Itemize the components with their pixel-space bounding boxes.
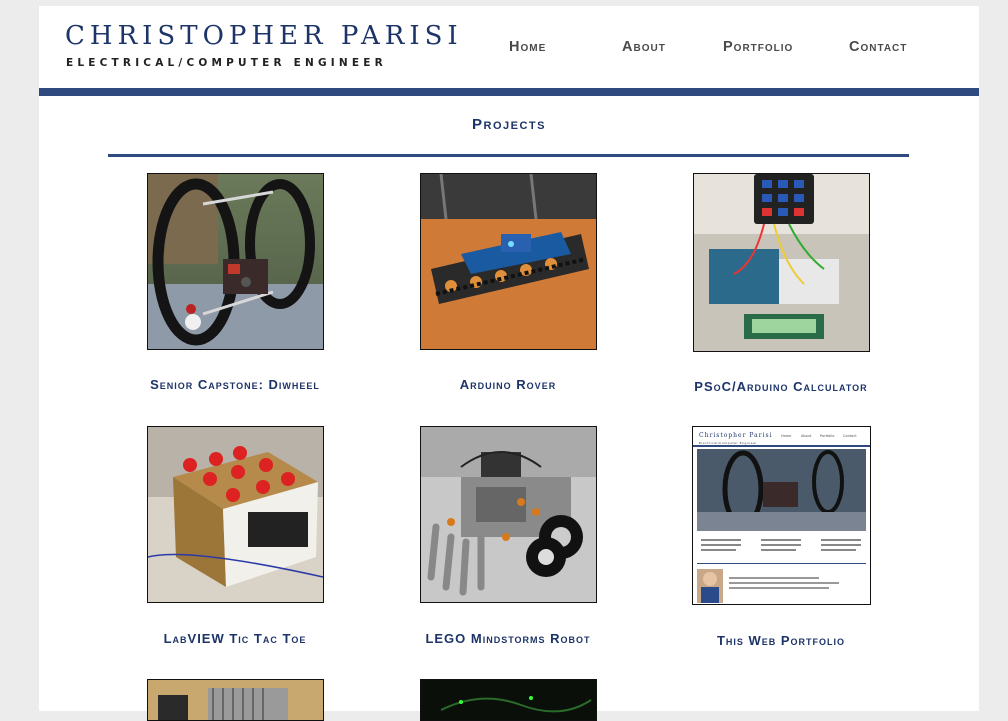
project-card-calculator[interactable]: PSoC/Arduino Calculator bbox=[656, 173, 906, 394]
project-caption[interactable]: PSoC/Arduino Calculator bbox=[656, 379, 906, 394]
preview-subtitle: Electrical/Computer Engineer bbox=[699, 441, 757, 445]
nav-portfolio-link[interactable]: Portfolio bbox=[723, 39, 793, 55]
project-card-tic-tac-toe[interactable]: LabVIEW Tic Tac Toe bbox=[110, 426, 360, 646]
nav-home-link[interactable]: Home bbox=[509, 39, 546, 55]
preview-nav-portfolio: Portfolio bbox=[820, 434, 834, 438]
project-caption[interactable]: Senior Capstone: Diwheel bbox=[110, 377, 360, 392]
tic-tac-toe-photo[interactable] bbox=[147, 426, 324, 603]
preview-nav-home: Home bbox=[781, 434, 791, 438]
header-divider bbox=[39, 88, 979, 96]
project-card-diwheel[interactable]: Senior Capstone: Diwheel bbox=[110, 173, 360, 393]
preview-title: Christopher Parisi bbox=[699, 432, 773, 439]
main-nav: Home About Portfolio Contact bbox=[39, 39, 979, 59]
calculator-photo[interactable] bbox=[693, 173, 870, 352]
project-caption[interactable]: This Web Portfolio bbox=[656, 633, 906, 648]
project-card-arduino-rover[interactable]: Arduino Rover bbox=[383, 173, 633, 393]
lego-robot-photo[interactable] bbox=[420, 426, 597, 603]
site-header: Christopher Parisi Electrical/Computer E… bbox=[39, 6, 979, 88]
nav-contact-link[interactable]: Contact bbox=[849, 39, 907, 55]
project-caption[interactable]: Arduino Rover bbox=[383, 377, 633, 392]
nav-about-link[interactable]: About bbox=[622, 39, 666, 55]
section-divider bbox=[108, 154, 909, 157]
project-thumbnail-partial[interactable] bbox=[420, 679, 597, 721]
section-title-projects: Projects bbox=[472, 116, 546, 133]
preview-nav-contact: Contact bbox=[843, 434, 857, 438]
project-caption[interactable]: LabVIEW Tic Tac Toe bbox=[110, 631, 360, 646]
project-card-lego-robot[interactable]: LEGO Mindstorms Robot bbox=[383, 426, 633, 646]
project-caption[interactable]: LEGO Mindstorms Robot bbox=[383, 631, 633, 646]
project-card-web-portfolio[interactable]: Christopher Parisi Electrical/Computer E… bbox=[656, 426, 906, 648]
web-portfolio-screenshot[interactable]: Christopher Parisi Electrical/Computer E… bbox=[692, 426, 871, 605]
diwheel-photo[interactable] bbox=[147, 173, 324, 350]
preview-nav-about: About bbox=[801, 434, 812, 438]
rover-photo[interactable] bbox=[420, 173, 597, 350]
project-thumbnail-partial[interactable] bbox=[147, 679, 324, 721]
page-container: Christopher Parisi Electrical/Computer E… bbox=[39, 6, 979, 721]
